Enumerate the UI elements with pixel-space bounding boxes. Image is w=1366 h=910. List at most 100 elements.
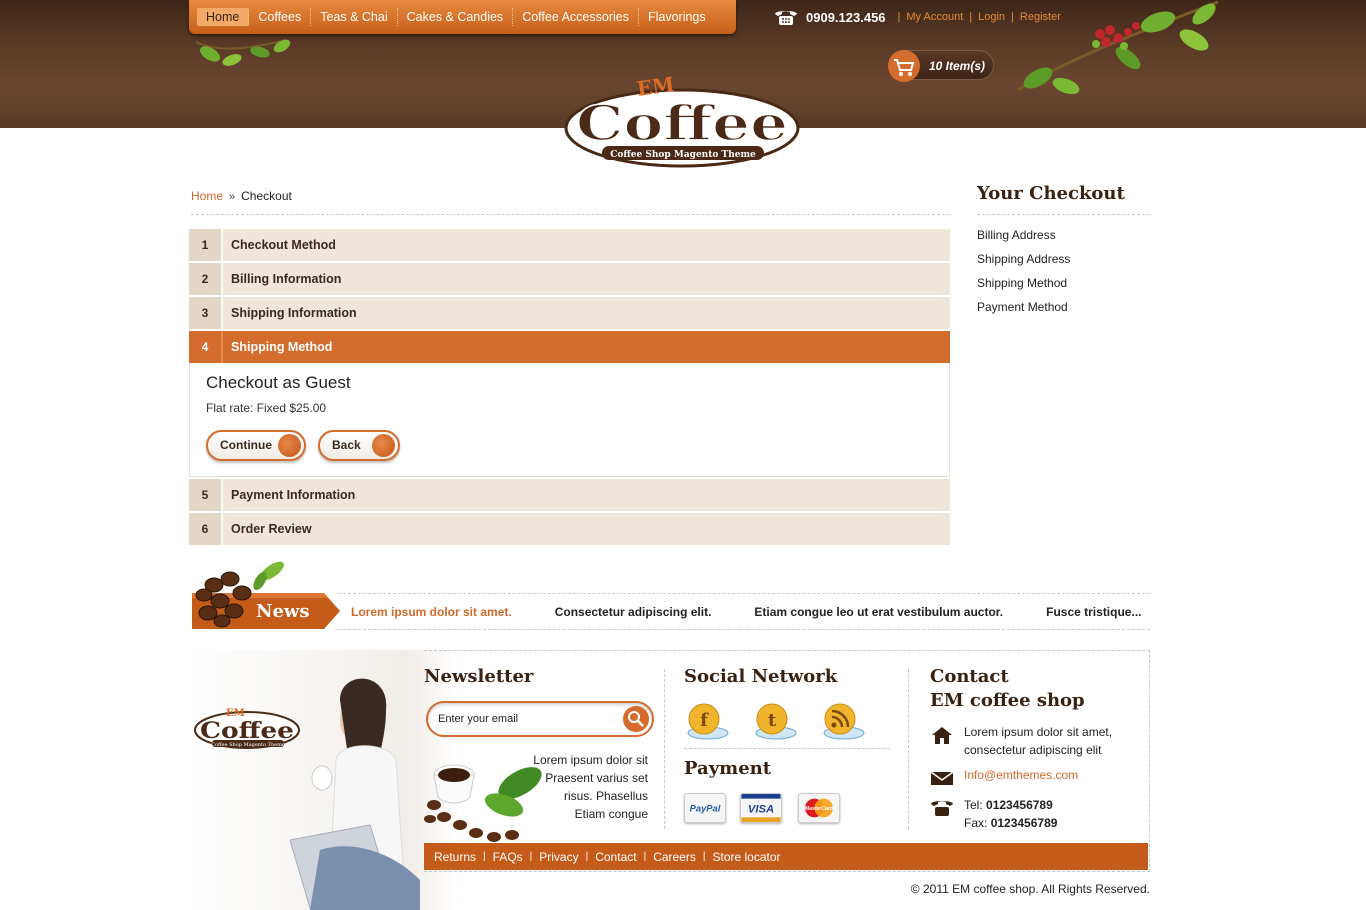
news-item[interactable]: Lorem ipsum dolor sit amet. (351, 605, 512, 619)
social-network-section: Social Network f t Payment PayPal VISA M… (684, 665, 890, 823)
contact-subtitle: EM coffee shop (930, 690, 1085, 711)
cart-button[interactable]: 10 Item(s) (888, 50, 994, 82)
footer-link-faqs[interactable]: FAQs (493, 850, 523, 864)
flat-rate-text: Flat rate: Fixed $25.00 (206, 401, 327, 415)
nav-coffees[interactable]: Coffees (249, 8, 312, 26)
step-number: 3 (189, 297, 223, 329)
newsletter-form (426, 701, 654, 737)
sidebar-item-shipping-method[interactable]: Shipping Method (977, 271, 1150, 295)
news-item[interactable]: Etiam congue leo ut erat vestibulum auct… (754, 605, 1003, 619)
footer-link-careers[interactable]: Careers (653, 850, 696, 864)
step-title: Shipping Method (231, 340, 333, 354)
sidebar-item-payment-method[interactable]: Payment Method (977, 295, 1150, 319)
site-logo[interactable]: EM Coffee Coffee Shop Magento Theme (562, 66, 802, 170)
checkout-progress-sidebar: Your Checkout Billing Address Shipping A… (977, 183, 1150, 319)
newsletter-section: Newsletter Lorem ipsum dolor sit Pr (424, 665, 654, 842)
facebook-icon[interactable]: f (684, 701, 730, 741)
back-button-label: Back (332, 438, 361, 452)
footer-link-returns[interactable]: Returns (434, 850, 476, 864)
news-item[interactable]: Fusce tristique... (1046, 605, 1141, 619)
nav-home[interactable]: Home (197, 8, 250, 26)
divider (684, 748, 890, 749)
mastercard-card-icon: MasterCard (798, 793, 840, 823)
nav-cakes-candies[interactable]: Cakes & Candies (398, 8, 514, 26)
footer-logo[interactable]: EM Coffee Coffee Shop Magento Theme (192, 702, 302, 752)
step-number: 1 (189, 229, 223, 261)
step-payment-information[interactable]: 5 Payment Information (189, 479, 950, 511)
step-billing-information[interactable]: 2 Billing Information (189, 263, 950, 295)
footer-panel: Newsletter Lorem ipsum dolor sit Pr (424, 650, 1150, 872)
step-title: Order Review (231, 522, 312, 536)
logo-main-text: Coffee (576, 96, 788, 152)
cart-count: 10 Item(s) (929, 59, 986, 73)
shipping-method-panel: Checkout as Guest Flat rate: Fixed $25.0… (189, 363, 950, 477)
svg-text:t: t (768, 710, 777, 731)
newsletter-email-input[interactable] (438, 711, 608, 727)
step-number: 5 (189, 479, 223, 511)
continue-button-label: Continue (220, 438, 272, 452)
continue-button[interactable]: Continue (206, 430, 306, 461)
home-icon (932, 727, 952, 744)
payment-title: Payment (684, 758, 772, 779)
breadcrumb-home-link[interactable]: Home (191, 189, 223, 203)
breadcrumb-current: Checkout (241, 189, 292, 203)
footer-link-contact[interactable]: Contact (595, 850, 636, 864)
checkout-as-guest-heading: Checkout as Guest (206, 373, 351, 392)
cart-icon (888, 50, 920, 82)
news-label: News (256, 601, 310, 622)
newsletter-text: Lorem ipsum dolor sit Praesent varius se… (533, 753, 648, 821)
search-icon[interactable] (623, 706, 649, 732)
step-title: Billing Information (231, 272, 342, 286)
visa-card-icon: VISA (740, 793, 782, 823)
phone-icon (931, 801, 953, 816)
step-title: Payment Information (231, 488, 356, 502)
sidebar-item-shipping-address[interactable]: Shipping Address (977, 247, 1150, 271)
svg-text:VISA: VISA (748, 804, 774, 816)
my-account-link[interactable]: My Account (906, 11, 963, 23)
step-shipping-information[interactable]: 3 Shipping Information (189, 297, 950, 329)
sidebar-item-billing-address[interactable]: Billing Address (977, 223, 1150, 247)
step-title: Shipping Information (231, 306, 357, 320)
footer-logo-tagline: Coffee Shop Magento Theme (211, 742, 285, 748)
step-checkout-method[interactable]: 1 Checkout Method (189, 229, 950, 261)
envelope-icon (930, 771, 954, 785)
checkout-steps: 1 Checkout Method 2 Billing Information … (189, 229, 950, 547)
step-shipping-method[interactable]: 4 Shipping Method (189, 331, 950, 363)
footer-links-bar: Returns | FAQs | Privacy | Contact | Careers… (424, 843, 1148, 870)
login-link[interactable]: Login (978, 11, 1005, 23)
contact-title: Contact (930, 666, 1009, 687)
column-divider (908, 669, 909, 829)
nav-coffee-accessories[interactable]: Coffee Accessories (513, 8, 639, 26)
step-number: 6 (189, 513, 223, 545)
twitter-icon[interactable]: t (752, 701, 798, 741)
coffee-bean-icon (372, 434, 395, 457)
step-order-review[interactable]: 6 Order Review (189, 513, 950, 545)
svg-text:f: f (700, 710, 709, 731)
contact-section: Contact EM coffee shop Lorem ipsum dolor… (930, 665, 1140, 830)
nav-teas-chai[interactable]: Teas & Chai (311, 8, 398, 26)
nav-flavorings[interactable]: Flavorings (639, 8, 715, 26)
footer-link-privacy[interactable]: Privacy (539, 850, 578, 864)
svg-text:PayPal: PayPal (690, 804, 721, 814)
news-item[interactable]: Consectetur adipiscing elit. (555, 605, 712, 619)
column-divider (664, 669, 665, 829)
main-nav: Home Coffees Teas & Chai Cakes & Candies… (189, 0, 736, 34)
newsletter-title: Newsletter (424, 666, 534, 687)
step-title: Checkout Method (231, 238, 336, 252)
sidebar-title: Your Checkout (977, 183, 1150, 215)
footer-link-store-locator[interactable]: Store locator (712, 850, 780, 864)
phone-number: 0909.123.456 (806, 9, 886, 25)
news-headlines: Lorem ipsum dolor sit amet. Consectetur … (338, 593, 1150, 630)
breadcrumb-separator: » (229, 191, 236, 203)
rss-icon[interactable] (820, 701, 866, 741)
top-links: 0909.123.456 | My Account | Login | Regi… (774, 8, 1061, 26)
copyright-text: © 2011 EM coffee shop. All Rights Reserv… (910, 882, 1150, 896)
breadcrumb: Home » Checkout (191, 189, 950, 215)
step-number: 2 (189, 263, 223, 295)
contact-email-link[interactable]: Info@emthemes.com (964, 766, 1078, 784)
register-link[interactable]: Register (1020, 11, 1061, 23)
back-button[interactable]: Back (318, 430, 400, 461)
news-ticker: News Lorem ipsum dolor sit amet. Consect… (192, 555, 1150, 630)
coffee-bean-icon (278, 434, 301, 457)
leaf-decoration-left (195, 39, 291, 66)
